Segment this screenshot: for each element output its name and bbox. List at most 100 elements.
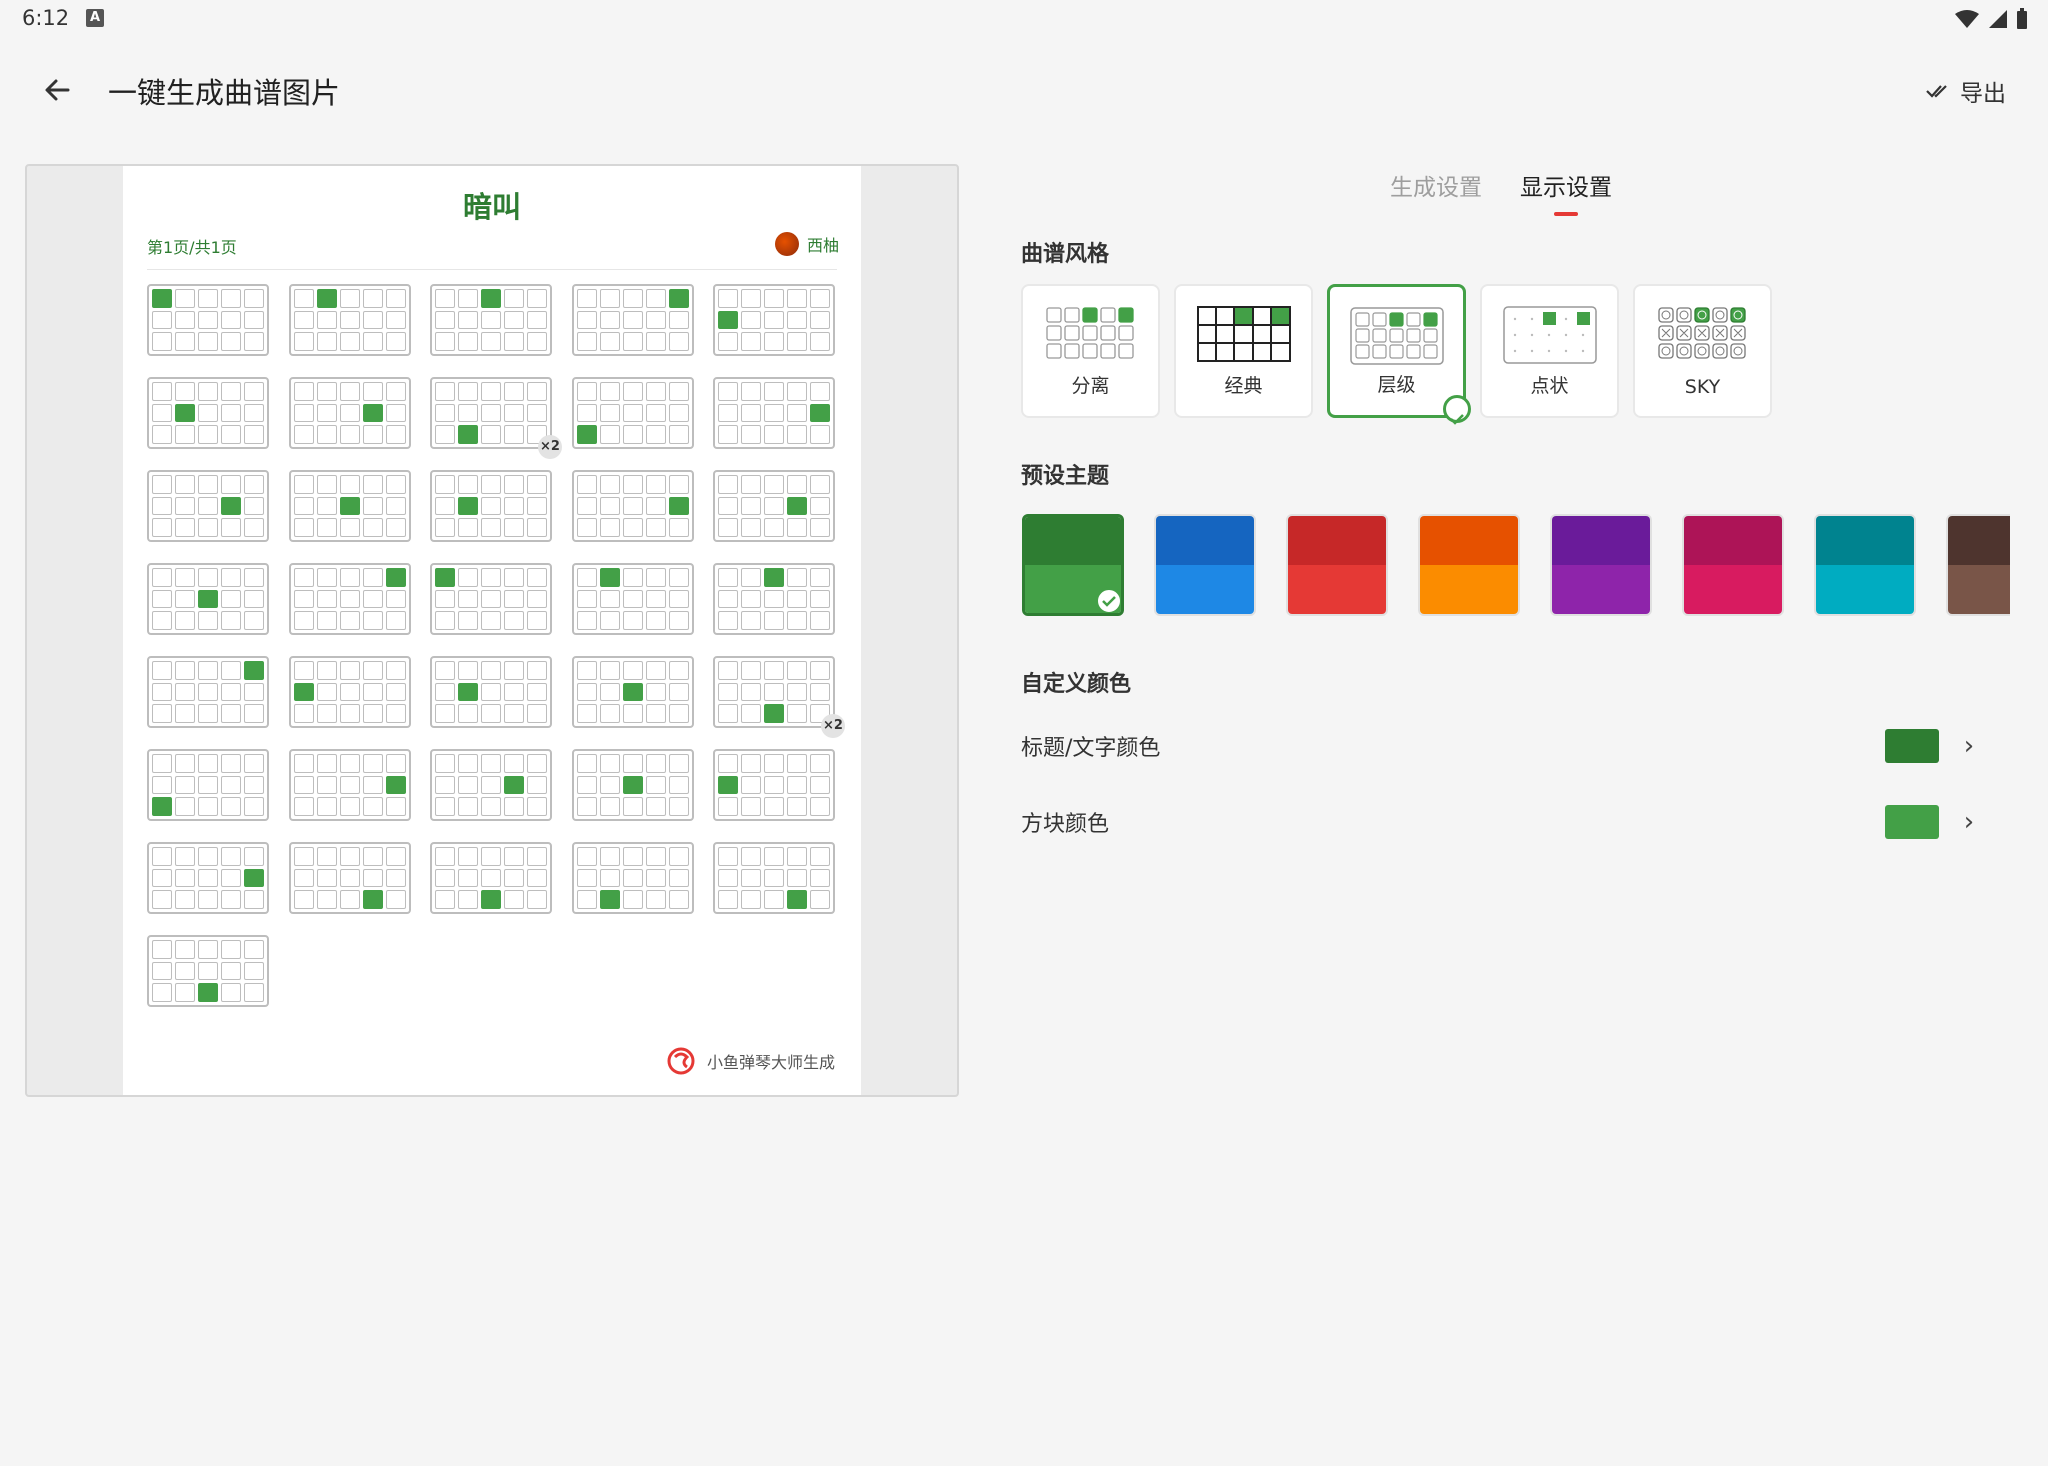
score-sheet: 暗叫 第1页/共1页 西柚 ×2 ×2 小鱼弹琴大师生成 xyxy=(123,166,861,1095)
style-option-layered[interactable]: 层级 xyxy=(1327,284,1471,425)
tab-generate[interactable]: 生成设置 xyxy=(1390,168,1482,216)
note-square xyxy=(175,868,195,888)
note-square xyxy=(221,496,241,516)
score-cell xyxy=(430,656,552,728)
theme-swatch[interactable] xyxy=(1022,514,1124,616)
score-preview[interactable]: 暗叫 第1页/共1页 西柚 ×2 ×2 小鱼弹琴大师生成 xyxy=(25,164,959,1097)
note-square xyxy=(339,797,360,816)
note-square xyxy=(668,310,689,330)
theme-swatch[interactable] xyxy=(1154,514,1256,616)
note-square xyxy=(435,496,455,516)
section-custom-title: 自定义颜色 xyxy=(1021,672,1132,697)
note-square xyxy=(599,890,620,909)
note-square xyxy=(152,289,172,308)
note-square xyxy=(339,475,360,494)
note-square xyxy=(435,661,455,680)
note-square xyxy=(385,868,406,888)
back-button[interactable] xyxy=(38,70,78,110)
style-option-separate[interactable]: 分离 xyxy=(1021,284,1160,418)
note-square xyxy=(527,382,547,401)
status-time: 6:12 xyxy=(22,6,70,30)
note-square xyxy=(362,682,383,702)
note-square xyxy=(504,890,524,909)
note-square xyxy=(810,775,830,795)
note-square xyxy=(504,310,524,330)
theme-options xyxy=(1022,514,2010,618)
note-square xyxy=(741,403,761,423)
style-option-dotted[interactable]: 点状 xyxy=(1480,284,1619,418)
note-square xyxy=(435,775,455,795)
note-square xyxy=(645,496,666,516)
score-cell xyxy=(288,377,411,449)
note-square xyxy=(668,661,689,680)
note-square xyxy=(221,589,241,609)
note-square xyxy=(527,682,547,702)
note-square xyxy=(198,589,218,609)
note-square xyxy=(339,403,360,423)
block-color-swatch[interactable] xyxy=(1885,805,1939,839)
note-square xyxy=(152,890,172,909)
note-square xyxy=(198,611,218,630)
note-square xyxy=(481,589,501,609)
note-square xyxy=(576,589,597,609)
title-text-color-row[interactable]: 标题/文字颜色 › xyxy=(1021,719,1981,773)
note-square xyxy=(458,568,478,587)
note-square xyxy=(527,475,547,494)
export-button[interactable]: 导出 xyxy=(1926,74,2006,108)
note-square xyxy=(152,496,172,516)
note-square xyxy=(718,868,738,888)
note-square xyxy=(504,847,524,866)
note-square xyxy=(316,661,337,680)
wifi-icon xyxy=(1955,10,1979,28)
note-square xyxy=(458,797,478,816)
note-square xyxy=(810,682,830,702)
score-cell xyxy=(713,377,835,449)
theme-swatch[interactable] xyxy=(1286,514,1388,616)
note-square xyxy=(339,661,360,680)
block-color-row[interactable]: 方块颜色 › xyxy=(1021,795,1981,849)
style-option-classic[interactable]: 经典 xyxy=(1174,284,1313,418)
theme-swatch[interactable] xyxy=(1550,514,1652,616)
note-square xyxy=(645,754,666,773)
note-square xyxy=(668,475,689,494)
theme-swatch[interactable] xyxy=(1946,514,2010,616)
note-square xyxy=(221,775,241,795)
note-square xyxy=(481,661,501,680)
note-square xyxy=(244,868,264,888)
note-square xyxy=(339,611,360,630)
theme-swatch[interactable] xyxy=(1814,514,1916,616)
note-square xyxy=(175,310,195,330)
theme-swatch[interactable] xyxy=(1682,514,1784,616)
note-square xyxy=(668,704,689,723)
note-square xyxy=(718,382,738,401)
score-cell xyxy=(430,377,552,449)
note-square xyxy=(741,289,761,308)
title-text-color-swatch[interactable] xyxy=(1885,729,1939,763)
note-square xyxy=(339,289,360,308)
note-square xyxy=(576,868,597,888)
page-title: 一键生成曲谱图片 xyxy=(108,76,341,110)
score-cell xyxy=(288,470,411,542)
note-square xyxy=(622,611,643,630)
note-square xyxy=(316,754,337,773)
note-square xyxy=(764,382,784,401)
note-square xyxy=(198,868,218,888)
tab-display[interactable]: 显示设置 xyxy=(1520,168,1612,216)
note-square xyxy=(576,475,597,494)
note-square xyxy=(576,611,597,630)
note-square xyxy=(787,868,807,888)
style-option-sky[interactable]: SKY xyxy=(1633,284,1772,418)
theme-swatch[interactable] xyxy=(1418,514,1520,616)
note-square xyxy=(810,425,830,444)
note-square xyxy=(458,475,478,494)
note-square xyxy=(718,289,738,308)
note-square xyxy=(221,983,241,1002)
note-square xyxy=(622,289,643,308)
note-square xyxy=(293,704,314,723)
note-square xyxy=(599,868,620,888)
note-square xyxy=(718,754,738,773)
note-square xyxy=(718,890,738,909)
song-title: 暗叫 xyxy=(462,190,521,224)
note-square xyxy=(152,518,172,537)
note-square xyxy=(718,518,738,537)
